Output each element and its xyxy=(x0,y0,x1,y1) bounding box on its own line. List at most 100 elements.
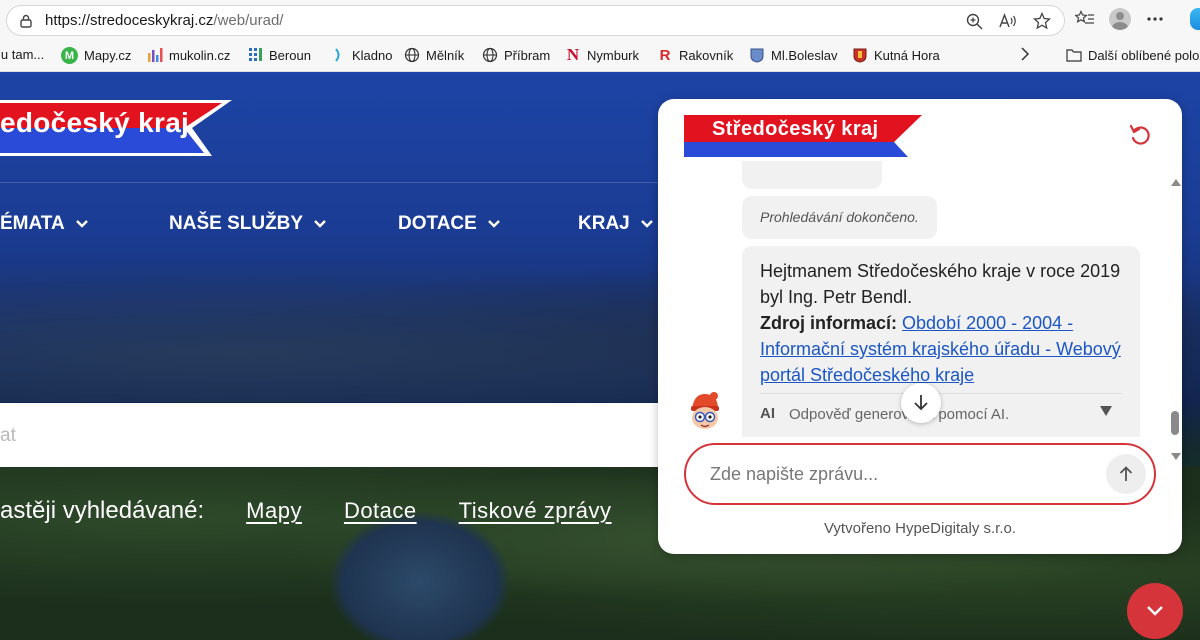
site-logo-text: edočeský kraj xyxy=(0,107,190,138)
bookmark-label: Kutná Hora xyxy=(874,47,940,63)
kutna-hora-favicon-icon xyxy=(853,48,867,63)
chevron-right-icon xyxy=(1021,47,1030,61)
header-divider xyxy=(0,182,660,183)
scrollbar-thumb[interactable] xyxy=(1171,411,1179,435)
ai-note: Odpověď generována pomocí AI. xyxy=(789,406,1010,423)
nav-item-label: ÉMATA xyxy=(0,213,65,234)
mukolin-favicon-icon xyxy=(148,48,163,62)
bookmark-item[interactable]: R Rakovník xyxy=(657,46,734,64)
expand-triangle-icon[interactable] xyxy=(1100,406,1112,416)
site-search-input[interactable]: at xyxy=(0,403,700,467)
chatbot-window: Středočeský kraj Prohledávání dokončeno.… xyxy=(658,99,1182,554)
zoom-icon[interactable] xyxy=(964,11,984,31)
bookmark-item[interactable]: N Nymburk xyxy=(565,45,640,64)
scroll-up-arrow-icon[interactable] xyxy=(1171,179,1181,186)
address-bar[interactable]: https://stredoceskykraj.cz/web/urad/ xyxy=(6,5,1065,36)
chevron-down-icon xyxy=(75,220,88,228)
source-label: Zdroj informací: xyxy=(760,313,898,333)
favorite-star-icon[interactable] xyxy=(1032,11,1052,31)
folder-icon xyxy=(1066,49,1082,62)
nav-item-kraj[interactable]: KRAJ xyxy=(578,213,654,235)
frequent-link-tiskove-zpravy[interactable]: Tiskové zprávy xyxy=(459,498,612,524)
nav-item-label: DOTACE xyxy=(398,213,477,234)
scroll-to-bottom-button[interactable] xyxy=(901,383,941,423)
bookmark-label: Nymburk xyxy=(587,47,640,63)
chat-collapse-button[interactable] xyxy=(1127,583,1183,639)
bookmark-item[interactable]: Kladno xyxy=(330,47,392,63)
arrow-down-icon xyxy=(914,395,928,411)
bookmark-label: Mělník xyxy=(426,47,465,63)
bookmark-label: Příbram xyxy=(504,47,551,63)
rakovnik-favicon-icon: R xyxy=(659,46,671,64)
chat-header: Středočeský kraj xyxy=(658,99,1182,161)
chevron-down-icon xyxy=(487,220,500,228)
message-input-container xyxy=(684,443,1156,505)
kladno-favicon-icon xyxy=(335,48,340,62)
bookmark-item[interactable]: Kutná Hora xyxy=(852,47,940,63)
scroll-down-arrow-icon[interactable] xyxy=(1171,453,1181,460)
other-favorites-label: Další oblíbené polož xyxy=(1088,47,1200,63)
bookmark-item[interactable]: Beroun xyxy=(247,47,311,63)
bookmark-label: Mapy.cz xyxy=(84,48,132,63)
frequent-searches-label: astěji vyhledávané: xyxy=(0,497,205,524)
answer-text: Hejtmanem Středočeského kraje v roce 201… xyxy=(760,258,1130,388)
frequent-searches: astěji vyhledávané: Mapy Dotace Tiskové … xyxy=(0,497,654,525)
bookmark-label: Ml.Boleslav xyxy=(771,47,838,63)
bookmark-label: Rakovník xyxy=(679,47,734,63)
bookmark-item[interactable]: lu tam... xyxy=(0,47,44,62)
chevron-down-icon xyxy=(1147,606,1163,616)
status-message: Prohledávání dokončeno. xyxy=(742,196,937,239)
url-path: /web/urad/ xyxy=(213,12,284,29)
ai-badge: AI xyxy=(760,405,775,422)
bookmark-item[interactable]: Příbram xyxy=(482,47,550,63)
url-host: https://stredoceskykraj.cz xyxy=(45,12,214,29)
globe-icon xyxy=(404,47,420,63)
profile-avatar[interactable] xyxy=(1109,8,1131,30)
bookmarks-overflow-button[interactable] xyxy=(1019,47,1031,61)
bot-answer-message: Hejtmanem Středočeského kraje v roce 201… xyxy=(742,246,1140,437)
chat-scrollbar[interactable] xyxy=(1168,177,1182,467)
globe-icon xyxy=(482,47,498,63)
message-bubble-partial xyxy=(742,161,882,189)
bookmark-item[interactable]: M Mapy.cz xyxy=(61,47,131,64)
chevron-down-icon xyxy=(640,220,653,228)
nymburk-favicon-icon: N xyxy=(566,45,580,64)
copilot-icon[interactable] xyxy=(1190,8,1200,30)
nav-item-dotace[interactable]: DOTACE xyxy=(398,213,501,235)
frequent-link-dotace[interactable]: Dotace xyxy=(344,498,417,524)
boleslav-favicon-icon xyxy=(750,48,764,63)
hero-river xyxy=(330,512,510,640)
bookmark-label: lu tam... xyxy=(0,47,45,62)
bookmark-label: mukolin.cz xyxy=(169,47,231,63)
status-text: Prohledávání dokončeno. xyxy=(760,209,919,225)
other-favorites-folder[interactable]: Další oblíbené polož xyxy=(1066,47,1200,63)
url-text[interactable]: https://stredoceskykraj.cz/web/urad/ xyxy=(45,12,283,29)
lock-icon xyxy=(20,14,32,28)
bot-avatar-icon xyxy=(691,392,719,429)
more-options-icon[interactable] xyxy=(1145,9,1165,29)
bookmark-item[interactable]: Ml.Boleslav xyxy=(749,47,837,63)
bookmark-label: Beroun xyxy=(269,47,311,63)
search-placeholder: at xyxy=(0,425,16,446)
send-button[interactable] xyxy=(1106,454,1146,494)
favorites-list-icon[interactable] xyxy=(1075,9,1095,29)
restart-icon[interactable] xyxy=(1128,123,1152,147)
message-input[interactable] xyxy=(710,459,1090,489)
chevron-down-icon xyxy=(314,220,326,228)
nav-item-nase-sluzby[interactable]: NAŠE SLUŽBY xyxy=(169,213,327,235)
bookmark-label: Kladno xyxy=(352,47,393,63)
chat-logo-text: Středočeský kraj xyxy=(712,118,879,140)
nav-item-temata[interactable]: ÉMATA xyxy=(0,213,89,235)
beroun-favicon-icon xyxy=(249,48,262,61)
arrow-up-icon xyxy=(1119,466,1133,481)
browser-toolbar: https://stredoceskykraj.cz/web/urad/ xyxy=(0,0,1200,40)
bookmark-item[interactable]: mukolin.cz xyxy=(147,47,230,63)
nav-item-label: KRAJ xyxy=(578,213,630,234)
favorites-bar: lu tam... M Mapy.cz mukolin.cz Beroun Kl… xyxy=(0,40,1200,72)
frequent-link-mapy[interactable]: Mapy xyxy=(246,498,302,524)
nav-item-label: NAŠE SLUŽBY xyxy=(169,213,304,234)
mapy-favicon-icon: M xyxy=(61,47,78,64)
read-aloud-icon[interactable] xyxy=(998,11,1018,31)
chat-footer-credit: Vytvořeno HypeDigitaly s.r.o. xyxy=(823,520,1017,537)
bookmark-item[interactable]: Mělník xyxy=(404,47,464,63)
